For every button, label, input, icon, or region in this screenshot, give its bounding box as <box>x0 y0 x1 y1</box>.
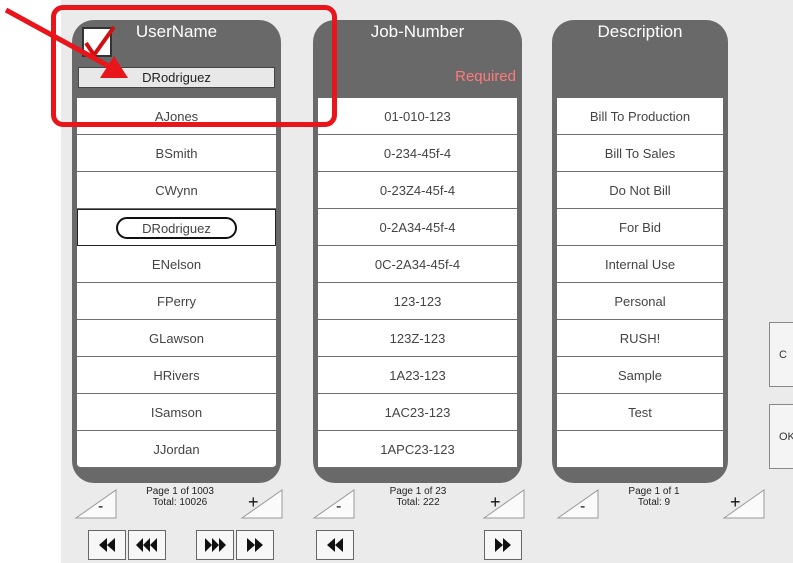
first-page-button[interactable] <box>88 530 126 560</box>
description-row[interactable]: Internal Use <box>557 246 723 283</box>
fast-back-button[interactable] <box>128 530 166 560</box>
job-prev-page-button[interactable]: - <box>312 486 356 522</box>
job-row[interactable]: 1APC23-123 <box>318 431 517 468</box>
description-row[interactable]: Bill To Sales <box>557 135 723 172</box>
job-row[interactable]: 1AC23-123 <box>318 394 517 431</box>
clear-button[interactable]: C <box>769 322 793 387</box>
username-prev-page-button[interactable]: - <box>74 486 118 522</box>
description-header: Description <box>597 22 683 41</box>
job-row[interactable]: 0-234-45f-4 <box>318 135 517 172</box>
plus-arrow-icon <box>722 489 765 519</box>
minus-arrow-icon <box>312 489 355 519</box>
username-row[interactable]: FPerry <box>77 283 276 320</box>
description-row[interactable]: Sample <box>557 357 723 394</box>
username-row[interactable]: JJordan <box>77 431 276 468</box>
username-row[interactable]: GLawson <box>77 320 276 357</box>
triple-right-arrow-icon <box>205 538 226 552</box>
triple-left-arrow-icon <box>136 538 157 552</box>
job-row[interactable]: 1A23-123 <box>318 357 517 394</box>
minus-arrow-icon <box>556 489 599 519</box>
last-page-button[interactable] <box>236 530 274 560</box>
description-row[interactable]: Personal <box>557 283 723 320</box>
description-row[interactable]: For Bid <box>557 209 723 246</box>
job-first-page-button[interactable] <box>316 530 354 560</box>
double-left-arrow-icon <box>327 538 343 552</box>
username-page-info: Page 1 of 1003 Total: 10026 <box>130 486 230 508</box>
username-row[interactable]: CWynn <box>77 172 276 209</box>
description-next-page-button[interactable]: + <box>722 486 766 522</box>
required-label: Required <box>455 68 516 85</box>
ok-button[interactable]: OK <box>769 404 793 469</box>
job-row[interactable]: 0-2A34-45f-4 <box>318 209 517 246</box>
username-pager: - Page 1 of 1003 Total: 10026 + <box>74 486 288 526</box>
description-row[interactable]: Do Not Bill <box>557 172 723 209</box>
description-page-line: Page 1 of 1 <box>628 486 680 497</box>
job-page-info: Page 1 of 23 Total: 222 <box>368 486 468 508</box>
username-next-page-button[interactable]: + <box>240 486 284 522</box>
job-row[interactable]: 0-23Z4-45f-4 <box>318 172 517 209</box>
username-page-line: Page 1 of 1003 <box>146 486 214 497</box>
description-pager: - Page 1 of 1 Total: 9 + <box>556 486 770 526</box>
job-row[interactable]: 0C-2A34-45f-4 <box>318 246 517 283</box>
plus-arrow-icon <box>240 489 283 519</box>
job-last-page-button[interactable] <box>484 530 522 560</box>
description-row[interactable] <box>557 431 723 468</box>
job-row[interactable]: 01-010-123 <box>318 98 517 135</box>
job-number-header: Job-Number <box>370 22 465 41</box>
double-right-arrow-icon <box>247 538 263 552</box>
double-left-arrow-icon <box>99 538 115 552</box>
description-column: Description Bill To Production Bill To S… <box>552 20 728 483</box>
job-pager: - Page 1 of 23 Total: 222 + <box>312 486 526 526</box>
minus-arrow-icon <box>74 489 117 519</box>
description-page-info: Page 1 of 1 Total: 9 <box>604 486 704 508</box>
username-row[interactable]: ISamson <box>77 394 276 431</box>
selected-oval: DRodriguez <box>116 217 237 239</box>
username-row-selected[interactable]: DRodriguez <box>77 209 276 246</box>
description-row[interactable]: Test <box>557 394 723 431</box>
username-row[interactable]: ENelson <box>77 246 276 283</box>
description-prev-page-button[interactable]: - <box>556 486 600 522</box>
job-page-line: Page 1 of 23 <box>389 486 447 497</box>
username-row[interactable]: HRivers <box>77 357 276 394</box>
plus-arrow-icon <box>482 489 525 519</box>
username-row[interactable]: BSmith <box>77 135 276 172</box>
description-total-line: Total: 9 <box>637 497 671 508</box>
fast-forward-button[interactable] <box>196 530 234 560</box>
job-row[interactable]: 123-123 <box>318 283 517 320</box>
description-row[interactable]: Bill To Production <box>557 98 723 135</box>
annotation-arrow-icon <box>4 7 128 78</box>
job-row[interactable]: 123Z-123 <box>318 320 517 357</box>
job-total-line: Total: 222 <box>396 497 440 508</box>
username-total-line: Total: 10026 <box>152 497 208 508</box>
double-right-arrow-icon <box>495 538 511 552</box>
description-row[interactable]: RUSH! <box>557 320 723 357</box>
job-number-column: Job-Number Required 01-010-123 0-234-45f… <box>313 20 522 483</box>
job-next-page-button[interactable]: + <box>482 486 526 522</box>
